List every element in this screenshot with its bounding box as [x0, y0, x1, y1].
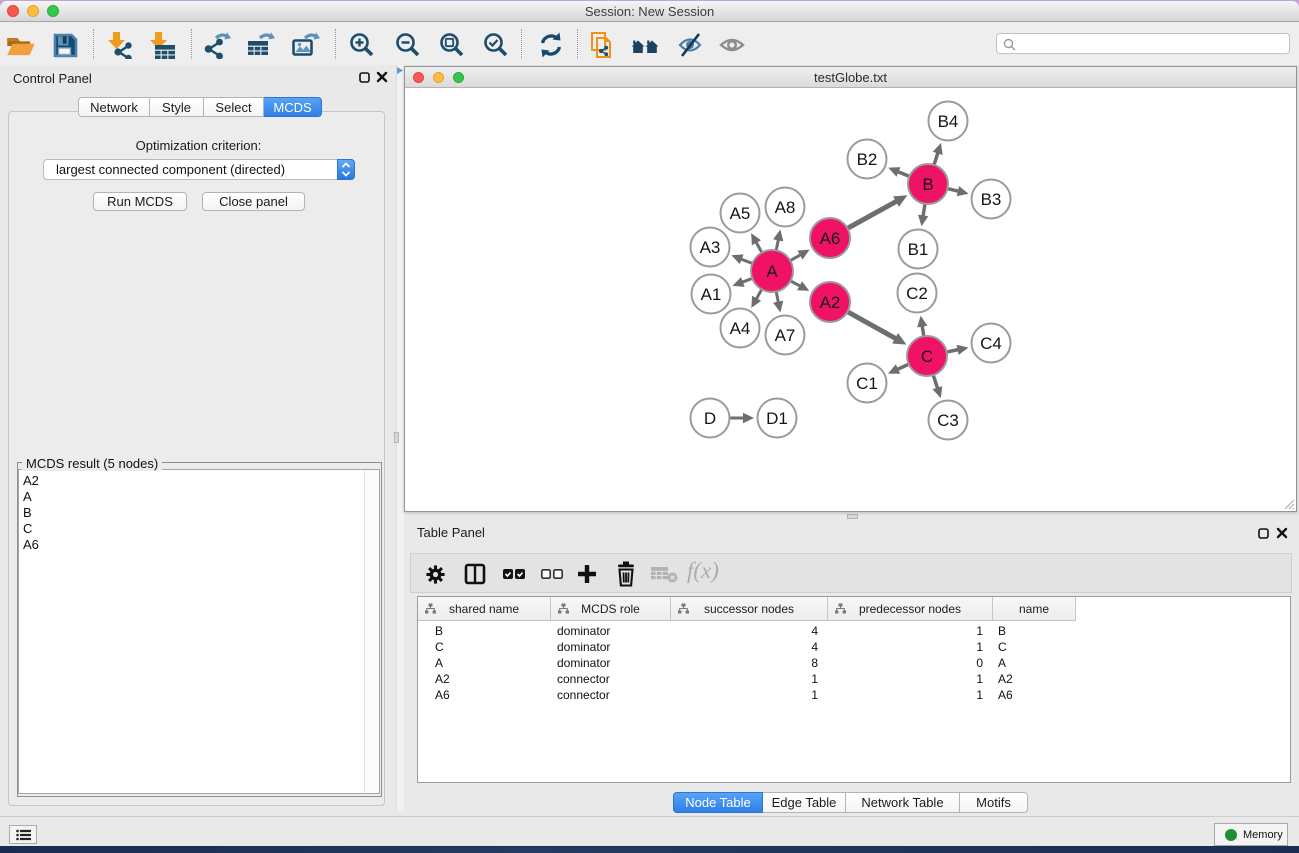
svg-text:A8: A8	[775, 198, 796, 217]
svg-text:C: C	[921, 347, 933, 366]
svg-text:A7: A7	[775, 326, 796, 345]
svg-text:B1: B1	[908, 240, 929, 259]
svg-text:C4: C4	[980, 334, 1002, 353]
svg-text:B4: B4	[938, 112, 959, 131]
svg-text:A5: A5	[730, 204, 751, 223]
svg-text:B3: B3	[981, 190, 1002, 209]
svg-text:A4: A4	[730, 319, 751, 338]
svg-text:A1: A1	[701, 285, 722, 304]
svg-text:A: A	[766, 262, 778, 281]
svg-text:C3: C3	[937, 411, 959, 430]
svg-text:D: D	[704, 409, 716, 428]
svg-text:C2: C2	[906, 284, 928, 303]
svg-text:A3: A3	[700, 238, 721, 257]
svg-text:A6: A6	[820, 229, 841, 248]
svg-text:C1: C1	[856, 374, 878, 393]
svg-text:B2: B2	[857, 150, 878, 169]
svg-text:D1: D1	[766, 409, 788, 428]
svg-text:B: B	[922, 175, 933, 194]
svg-text:A2: A2	[820, 293, 841, 312]
